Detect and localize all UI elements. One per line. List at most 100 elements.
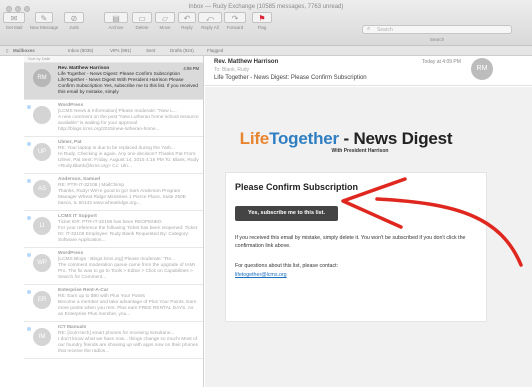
reply-all-label: Reply All — [201, 25, 219, 30]
junk-icon: ⊘ — [64, 12, 84, 23]
search-icon: ⌕ — [367, 26, 371, 32]
logo-part-together: Together — [269, 129, 339, 148]
search-placeholder: Search — [377, 27, 393, 33]
message-list-item[interactable]: UP Ulmer, Pat RE: Your laptop is due to be… — [24, 137, 203, 174]
folder-icon: ▱ — [155, 12, 175, 23]
flag-icon: ⚑ — [252, 12, 272, 23]
unread-dot — [27, 179, 31, 183]
delete-label: Delete — [135, 25, 149, 30]
message-list-item[interactable]: ER Enterprise Rent-A-Car RE: Earn up to $9… — [24, 285, 203, 322]
mistake-text: If you received this email by mistake, s… — [235, 235, 466, 249]
message-list-item[interactable]: LI LCMS IT Support Ticket ID#: PTR-IT-3210… — [24, 211, 203, 248]
title-bar: Inbox — Rudy Exchange (10585 messages, 7… — [0, 0, 532, 46]
card-title: Please Confirm Subscription — [235, 182, 359, 192]
message-preview: Thanks, Rudy! We're good to go! Sam Ande… — [58, 189, 186, 206]
message-from: Rev. Matthew Harrison — [58, 66, 110, 71]
message-subject: Life Together - News Digest: Please Conf… — [214, 75, 367, 81]
favorite-vips[interactable]: VIPs (991) — [110, 48, 131, 53]
new-message-button[interactable]: ✎ New Message — [28, 12, 60, 30]
confirmation-card: Please Confirm Subscription Yes, subscri… — [225, 172, 487, 322]
message-list-item[interactable]: IM ICT Manuals RE: [icom-tech] smart phone… — [24, 322, 203, 359]
flag-label: Flag — [257, 25, 267, 30]
message-avatar: UP — [33, 143, 51, 161]
message-list-item[interactable]: RM 4:09 PM Rev. Matthew Harrison Life Toget… — [24, 63, 203, 100]
forward-button[interactable]: ↷ Forward — [224, 12, 246, 30]
favorite-flagged[interactable]: Flagged — [207, 48, 223, 53]
logo-part-life: Life — [239, 129, 270, 148]
new-message-label: New Message — [29, 25, 59, 30]
message-avatar: IM — [33, 328, 51, 346]
message-time: Today at 4:09 PM — [422, 59, 461, 65]
message-avatar: AS — [33, 180, 51, 198]
message-from: WordPress — [58, 251, 84, 256]
message-list-item[interactable]: AS Anderson, Samuel RE: PTR-IT-32108 | Mai… — [24, 174, 203, 211]
newsletter-logo: LifeTogether - News Digest — [221, 129, 471, 149]
window-title: Inbox — Rudy Exchange (10585 messages, 7… — [188, 4, 344, 10]
search-input[interactable]: ⌕ Search — [362, 25, 512, 34]
newsletter-tagline: With President Harrison — [331, 148, 389, 154]
reply-button[interactable]: ↶ Reply — [178, 12, 196, 30]
message-date: 4:09 PM — [183, 66, 199, 71]
message-list: Sort by Date RM 4:09 PM Rev. Matthew Harri… — [24, 56, 204, 387]
get-mail-label: Get Mail — [5, 25, 23, 30]
message-preview: A new comment on the post "New Lutheran … — [58, 115, 199, 132]
unread-dot — [27, 327, 31, 331]
favorite-mailboxes[interactable]: Mailboxes — [13, 48, 35, 53]
message-from: WordPress — [58, 103, 84, 108]
search-label: Search — [429, 37, 445, 42]
message-avatar — [33, 106, 51, 124]
message-preview: Become a member and take advantage of Pl… — [58, 300, 197, 317]
message-list-item[interactable]: WP WordPress [LCMS Blogs - Blogs.lcms.org]… — [24, 248, 203, 285]
message-avatar: RM — [33, 69, 51, 87]
trash-icon: ▭ — [132, 12, 152, 23]
message-header: Rev. Matthew Harrison To: Blank, Rudy Li… — [205, 56, 532, 86]
unread-dot — [27, 142, 31, 146]
delete-button[interactable]: ▭ Delete — [132, 12, 152, 30]
junk-button[interactable]: ⊘ Junk — [64, 12, 84, 30]
unread-dot — [27, 253, 31, 257]
archive-button[interactable]: ▤ Archive — [104, 12, 128, 30]
forward-label: Forward — [226, 25, 244, 30]
message-preview: Hi Rudy, Checking in again. Any one deci… — [58, 152, 199, 169]
junk-label: Junk — [69, 25, 79, 30]
message-from: LCMS IT Support — [58, 214, 97, 219]
contact-email-link[interactable]: lifetogether@lcms.org — [235, 272, 287, 278]
message-recipient: To: Blank, Rudy — [214, 67, 250, 73]
message-avatar: ER — [33, 291, 51, 309]
sender-avatar: RM — [471, 58, 493, 80]
reply-all-icon: ⤺ — [198, 12, 222, 23]
archive-label: Archive — [108, 25, 124, 30]
move-button[interactable]: ▱ Move — [155, 12, 175, 30]
unread-dot — [27, 216, 31, 220]
message-body: LifeTogether - News Digest With Presiden… — [205, 87, 532, 387]
envelope-icon: ✉ — [3, 12, 25, 23]
reading-pane: Rev. Matthew Harrison To: Blank, Rudy Li… — [205, 56, 532, 387]
get-mail-button[interactable]: ✉ Get Mail — [3, 12, 25, 30]
message-preview: For your reference the following Ticket … — [58, 226, 198, 243]
sidebar-toggle-icon[interactable]: ▯ — [6, 48, 8, 54]
reply-icon: ↶ — [178, 12, 196, 23]
sort-bar[interactable]: Sort by Date — [24, 56, 203, 63]
message-preview: LifeTogether - News Digest With Presiden… — [58, 78, 198, 95]
unread-dot — [27, 290, 31, 294]
message-list-item[interactable]: WordPress [LCMS News & Information] Pleas… — [24, 100, 203, 137]
move-label: Move — [159, 25, 171, 30]
subscribe-button[interactable]: Yes, subscribe me to this list. — [235, 206, 338, 221]
message-from: Anderson, Samuel — [58, 177, 101, 182]
mail-window: Inbox — Rudy Exchange (10585 messages, 7… — [0, 0, 532, 387]
questions-text: For questions about this list, please co… — [235, 263, 339, 269]
message-rows: RM 4:09 PM Rev. Matthew Harrison Life Toget… — [24, 63, 203, 359]
message-preview: I don't know what we have now... things … — [58, 337, 198, 354]
reply-label: Reply — [181, 25, 193, 30]
archive-icon: ▤ — [104, 12, 128, 23]
reply-all-button[interactable]: ⤺ Reply All — [198, 12, 222, 30]
message-from: Enterprise Rent-A-Car — [58, 288, 109, 293]
message-sender: Rev. Matthew Harrison — [214, 59, 279, 65]
favorite-sent[interactable]: Sent — [146, 48, 155, 53]
compose-icon: ✎ — [35, 12, 53, 23]
forward-icon: ↷ — [224, 12, 246, 23]
message-from: ICT Manuals — [58, 325, 87, 330]
favorite-inbox[interactable]: Inbox (8035) — [68, 48, 93, 53]
flag-button[interactable]: ⚑ Flag — [252, 12, 272, 30]
favorite-drafts[interactable]: Drafts (924) — [170, 48, 194, 53]
